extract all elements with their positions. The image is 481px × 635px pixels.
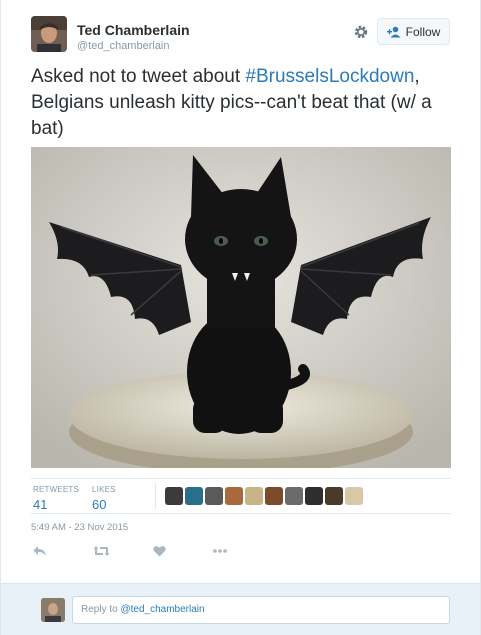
follow-button[interactable]: Follow bbox=[377, 18, 450, 45]
retweets-stat[interactable]: RETWEETS 41 bbox=[33, 485, 79, 512]
likes-stat[interactable]: LIKES 60 bbox=[92, 485, 116, 512]
liker-avatars bbox=[165, 487, 363, 505]
liker-avatar[interactable] bbox=[245, 487, 263, 505]
liker-avatar[interactable] bbox=[345, 487, 363, 505]
liker-avatar[interactable] bbox=[325, 487, 343, 505]
retweet-icon[interactable] bbox=[93, 544, 110, 558]
liker-avatar[interactable] bbox=[265, 487, 283, 505]
reply-input[interactable]: Reply to @ted_chamberlain bbox=[72, 596, 450, 624]
tweet-text: Asked not to tweet about #BrusselsLockdo… bbox=[31, 64, 455, 142]
liker-avatar[interactable] bbox=[165, 487, 183, 505]
gear-icon[interactable] bbox=[353, 24, 369, 40]
liker-avatar[interactable] bbox=[205, 487, 223, 505]
hashtag-link[interactable]: #BrusselsLockdown bbox=[245, 66, 414, 87]
likes-label: LIKES bbox=[92, 485, 116, 494]
reply-bar: Reply to @ted_chamberlain bbox=[1, 583, 480, 635]
reply-mention: @ted_chamberlain bbox=[120, 604, 205, 615]
liker-avatar[interactable] bbox=[225, 487, 243, 505]
tweet-text-before: Asked not to tweet about bbox=[31, 66, 246, 87]
stats-divider bbox=[155, 483, 156, 509]
author-avatar-image bbox=[31, 16, 67, 52]
author-handle[interactable]: @ted_chamberlain bbox=[77, 40, 170, 52]
reply-prefix: Reply to bbox=[81, 604, 121, 615]
liker-avatar[interactable] bbox=[185, 487, 203, 505]
tweet-card: Ted Chamberlain @ted_chamberlain Follow … bbox=[0, 0, 481, 635]
like-icon[interactable] bbox=[153, 544, 169, 558]
tweet-actions bbox=[31, 540, 331, 564]
liker-avatar[interactable] bbox=[285, 487, 303, 505]
tweet-stats: RETWEETS 41 LIKES 60 bbox=[31, 478, 451, 514]
author-avatar[interactable] bbox=[31, 16, 67, 52]
add-user-icon bbox=[386, 26, 401, 37]
tweet-header: Ted Chamberlain @ted_chamberlain Follow bbox=[31, 16, 451, 56]
retweets-label: RETWEETS bbox=[33, 485, 80, 494]
liker-avatar[interactable] bbox=[305, 487, 323, 505]
follow-button-label: Follow bbox=[405, 24, 441, 39]
reply-icon[interactable] bbox=[33, 544, 49, 558]
author-display-name[interactable]: Ted Chamberlain bbox=[77, 22, 190, 38]
retweets-count: 41 bbox=[33, 497, 48, 512]
more-icon[interactable] bbox=[212, 544, 228, 558]
likes-count: 60 bbox=[92, 497, 107, 512]
tweet-timestamp[interactable]: 5:49 AM - 23 Nov 2015 bbox=[31, 522, 128, 533]
tweet-photo[interactable] bbox=[31, 147, 451, 468]
viewer-avatar bbox=[41, 598, 65, 622]
kitten-bat-wings-image bbox=[31, 147, 451, 468]
